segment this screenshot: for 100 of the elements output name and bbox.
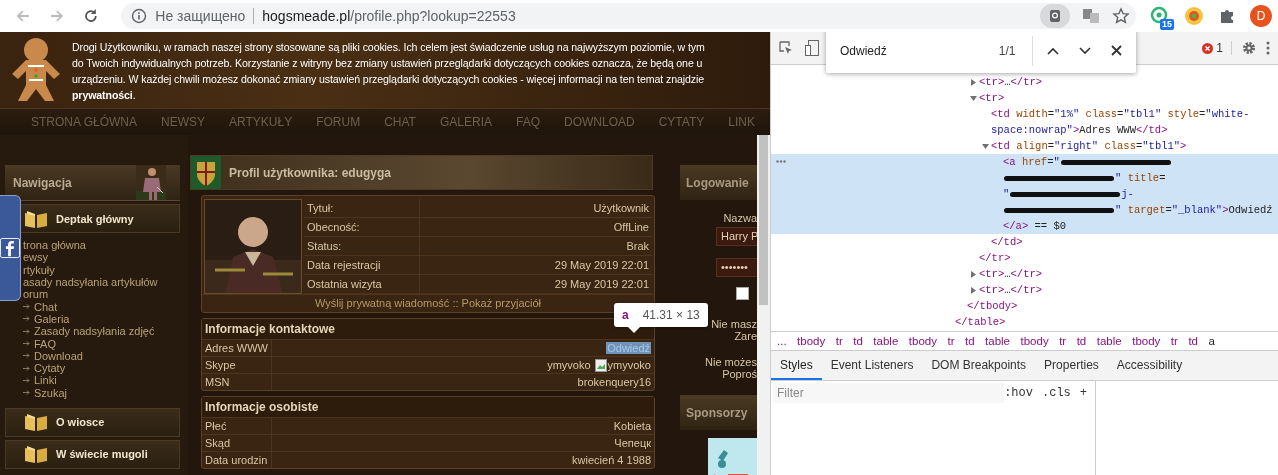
nav-link[interactable]: Szukaj xyxy=(34,386,68,399)
panel-header: Sponsorzy xyxy=(680,395,757,430)
expanded-triangle-icon[interactable] xyxy=(982,143,989,150)
nav-link[interactable]: FAQ xyxy=(34,337,56,350)
breadcrumb[interactable]: tr xyxy=(1170,335,1178,347)
section-title[interactable]: W świecie mugoli xyxy=(56,448,148,461)
reset-text: Poproś xyxy=(721,368,757,380)
remember-checkbox[interactable] xyxy=(736,287,749,300)
breadcrumb[interactable]: td xyxy=(1076,335,1087,347)
breadcrumb[interactable]: td xyxy=(853,335,863,347)
nav-link[interactable]: orum xyxy=(23,288,49,301)
breadcrumb[interactable]: table xyxy=(873,335,899,347)
nav-link[interactable]: trona główna xyxy=(23,239,86,252)
nav-link[interactable]: Chat xyxy=(34,300,58,313)
toolbar-button[interactable]: :hov xyxy=(1004,386,1033,400)
search-icon[interactable] xyxy=(1040,4,1070,28)
section-title[interactable]: O wiosce xyxy=(56,416,105,429)
breadcrumb[interactable]: tr xyxy=(835,335,843,347)
username-label: Nazwa xyxy=(722,212,757,224)
nav-link[interactable]: Linki xyxy=(34,374,57,387)
filter-field[interactable]: Filter xyxy=(773,383,1005,403)
tab[interactable]: Event Listeners xyxy=(821,351,923,380)
breadcrumb[interactable]: tr xyxy=(947,335,955,347)
dom-node[interactable]: <td width="1%" class="tbl1" style="white- space:nowrap">Adres WWW</td> xyxy=(771,106,1278,138)
extension-icon[interactable] xyxy=(1184,6,1204,26)
breadcrumb[interactable]: a xyxy=(1208,335,1215,347)
breadcrumb[interactable]: td xyxy=(964,335,975,347)
error-icon xyxy=(1202,42,1214,54)
collapsed-triangle-icon[interactable] xyxy=(970,271,977,278)
friends-link[interactable]: Pokaż przyjaciół xyxy=(461,297,542,309)
nav-link[interactable]: rtykuły xyxy=(23,263,55,276)
section-header: Informacje kontaktowe xyxy=(202,319,654,339)
dom-node[interactable]: <tr>…</tr> xyxy=(771,74,1278,90)
dom-node[interactable]: <tr> xyxy=(771,90,1278,106)
table-cell: Użytkownik xyxy=(420,199,652,218)
password-field[interactable]: ••••••• xyxy=(716,258,757,277)
table-cell: Skype xyxy=(202,357,272,373)
table-cell: Tytuł: xyxy=(304,199,420,218)
toolbar-button[interactable]: + xyxy=(1079,386,1087,400)
table-cell: Obecność: xyxy=(304,218,420,237)
dom-node[interactable]: <tr>…</tr> xyxy=(771,266,1278,282)
register-text: Zare xyxy=(733,330,757,342)
table-cell: 29 May 2019 22:01 xyxy=(420,275,652,294)
tab[interactable]: DOM Breakpoints xyxy=(922,351,1036,380)
facebook-tab[interactable] xyxy=(0,195,21,301)
puzzle-icon[interactable] xyxy=(1218,7,1236,25)
reload-icon[interactable] xyxy=(82,8,99,24)
ellipsis-icon[interactable] xyxy=(776,160,786,163)
breadcrumb[interactable]: tbody xyxy=(1132,335,1161,347)
nav-link[interactable]: ewsy xyxy=(23,251,49,264)
breadcrumb[interactable]: tbody xyxy=(797,335,826,347)
dom-node[interactable]: <td align="right" class="tbl1"> xyxy=(771,138,1278,154)
profile-avatar[interactable]: D xyxy=(1250,5,1272,27)
expanded-triangle-icon[interactable] xyxy=(970,95,977,102)
tab[interactable]: Accessibility xyxy=(1107,351,1192,380)
down-icon[interactable] xyxy=(1079,46,1091,55)
collapsed-triangle-icon[interactable] xyxy=(970,287,977,294)
inspect-icon[interactable] xyxy=(779,41,793,55)
arrow-icon xyxy=(23,353,30,359)
closing-tag: </tbody> xyxy=(771,298,1278,314)
nav-link[interactable]: Galeria xyxy=(34,312,70,325)
breadcrumb[interactable]: tbody xyxy=(908,335,937,347)
scrollbar[interactable] xyxy=(757,135,770,475)
address-bar[interactable]: Не защищено hogsmeade.pl/profile.php?lookup=22553 xyxy=(121,3,1136,29)
settings-icon[interactable] xyxy=(1242,41,1256,55)
collapsed-triangle-icon[interactable] xyxy=(970,79,977,86)
book-icon xyxy=(24,412,48,433)
error-counter[interactable]: 1 xyxy=(1202,41,1232,55)
toolbar-button[interactable]: .cls xyxy=(1042,386,1071,400)
breadcrumb[interactable]: tr xyxy=(1059,335,1067,347)
breadcrumb[interactable]: td xyxy=(1188,335,1198,347)
tag-name: a xyxy=(622,308,629,322)
device-icon[interactable] xyxy=(805,40,819,56)
section-title[interactable]: Deptak główny xyxy=(56,212,134,225)
table-cell: OffLine xyxy=(420,218,652,237)
up-icon[interactable] xyxy=(1047,46,1059,55)
private-message-link[interactable]: Wyślij prywatną wiadomość xyxy=(314,297,450,309)
panel-header: Logowanie xyxy=(680,165,757,200)
dom-node[interactable]: <tr>…</tr> xyxy=(771,282,1278,298)
nav-link[interactable]: Zasady nadsyłania zdjęć xyxy=(34,325,155,338)
nav-link[interactable]: asady nadsyłania artykułów xyxy=(23,276,158,289)
cell-value: kwiecień 4 1988 xyxy=(572,454,651,466)
nav-link[interactable]: Cytaty xyxy=(34,362,66,375)
table-cell: 29 May 2019 22:01 xyxy=(420,256,652,275)
tab[interactable]: Properties xyxy=(1035,351,1108,380)
breadcrumb[interactable]: ... xyxy=(777,335,787,347)
breadcrumb[interactable]: table xyxy=(1096,335,1122,347)
breadcrumb[interactable]: table xyxy=(985,335,1010,347)
skype-name: ymyvoko xyxy=(547,359,591,371)
dom-node[interactable]: <a href=" " title= " j- " target="_blank">Odwiedź </a> == $0 xyxy=(771,154,1278,234)
more-icon[interactable] xyxy=(1266,41,1270,55)
closing-tag: </table> xyxy=(771,314,1278,330)
info-icon[interactable] xyxy=(131,8,148,24)
breadcrumb[interactable]: tbody xyxy=(1020,335,1049,347)
close-icon[interactable] xyxy=(1111,45,1122,56)
tab[interactable]: Styles xyxy=(771,351,822,380)
section-header: Informacje osobiste xyxy=(202,397,654,417)
nav-link[interactable]: Download xyxy=(34,349,83,362)
star-icon[interactable] xyxy=(1112,7,1130,25)
table-cell: Płeć xyxy=(202,418,272,434)
